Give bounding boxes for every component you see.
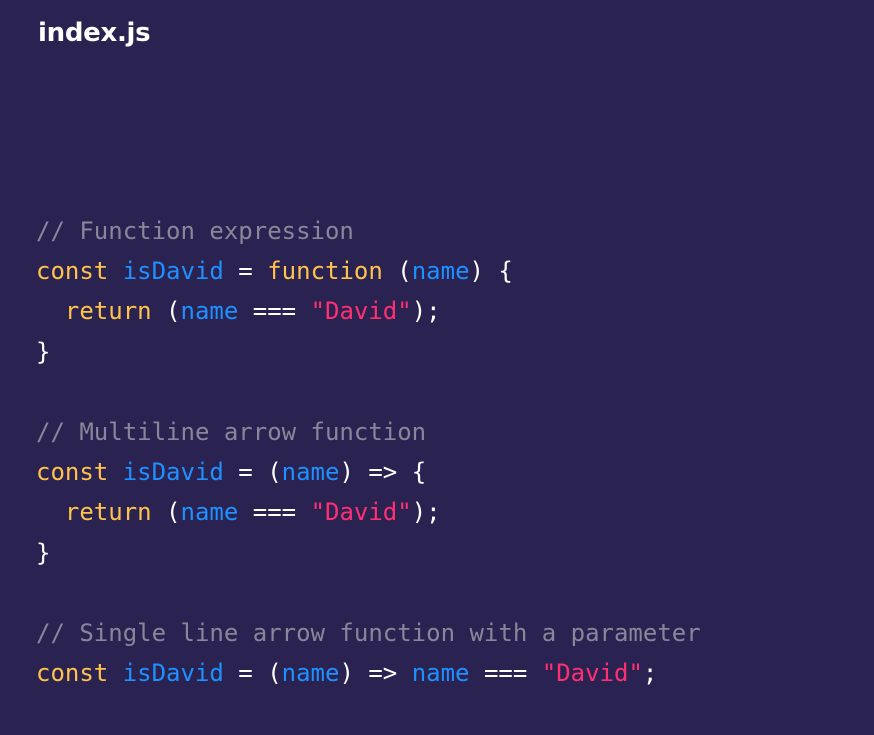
- code-token-keyword: const: [36, 659, 109, 688]
- code-line: // Multiline arrow function: [36, 412, 701, 452]
- code-token-punct: (: [151, 498, 181, 527]
- code-line: }: [36, 332, 701, 372]
- code-token-punct: [108, 659, 122, 687]
- code-token-punct: = (: [223, 659, 282, 688]
- code-token-punct: ===: [469, 659, 542, 688]
- code-token-punct: ) => {: [339, 458, 427, 487]
- code-line: return (name === "David");: [36, 291, 701, 331]
- code-token-punct: (: [151, 297, 181, 326]
- code-token-name: isDavid: [122, 458, 224, 487]
- code-token-punct: ) {: [469, 257, 513, 286]
- code-token-punct: ;: [642, 659, 658, 688]
- code-token-comment: // Single line arrow function with a par…: [36, 618, 701, 647]
- code-token-string: "David": [310, 498, 412, 527]
- code-token-comment: // Multiline arrow function: [36, 417, 427, 446]
- code-token-keyword: const: [36, 257, 109, 286]
- code-block: // Function expression const isDavid = fu…: [36, 211, 701, 693]
- code-token-keyword: function: [267, 257, 383, 286]
- code-token-name: name: [281, 659, 340, 688]
- code-token-punct: (: [382, 257, 412, 286]
- code-token-name: isDavid: [122, 257, 224, 286]
- code-token-punct: }: [36, 337, 51, 366]
- code-token-comment: // Function expression: [36, 217, 354, 245]
- code-line: const isDavid = function (name) {: [36, 251, 701, 291]
- code-token-punct: );: [411, 297, 441, 326]
- code-token-name: name: [180, 297, 239, 326]
- code-token-punct: [108, 257, 122, 285]
- code-token-punct: [36, 498, 65, 526]
- code-token-keyword: const: [36, 458, 109, 487]
- code-token-name: name: [180, 498, 239, 527]
- code-line: return (name === "David");: [36, 492, 701, 532]
- code-card: index.js // Function expression const isD…: [0, 0, 874, 735]
- code-line: // Function expression: [36, 211, 701, 251]
- code-token-string: "David": [541, 659, 643, 688]
- code-token-punct: = (: [223, 458, 282, 487]
- code-token-string: "David": [310, 297, 412, 326]
- code-token-name: name: [411, 659, 470, 688]
- code-token-punct: ===: [238, 297, 311, 326]
- code-line: const isDavid = (name) => name === "Davi…: [36, 653, 701, 693]
- code-line: }: [36, 533, 701, 573]
- code-line: const isDavid = (name) => {: [36, 452, 701, 492]
- file-name: index.js: [38, 18, 151, 48]
- code-token-punct: }: [36, 538, 51, 567]
- code-token-name: isDavid: [122, 659, 224, 688]
- code-token-punct: );: [411, 498, 441, 527]
- code-token-punct: ===: [238, 498, 311, 527]
- code-token-name: name: [281, 458, 340, 487]
- code-token-punct: ) =>: [339, 659, 412, 688]
- code-token-punct: =: [223, 257, 268, 286]
- code-token-punct: [108, 458, 122, 486]
- code-line: // Single line arrow function with a par…: [36, 613, 701, 653]
- code-token-keyword: return: [64, 498, 152, 527]
- code-token-keyword: return: [64, 297, 152, 326]
- code-token-name: name: [411, 257, 470, 286]
- code-token-punct: [36, 297, 65, 325]
